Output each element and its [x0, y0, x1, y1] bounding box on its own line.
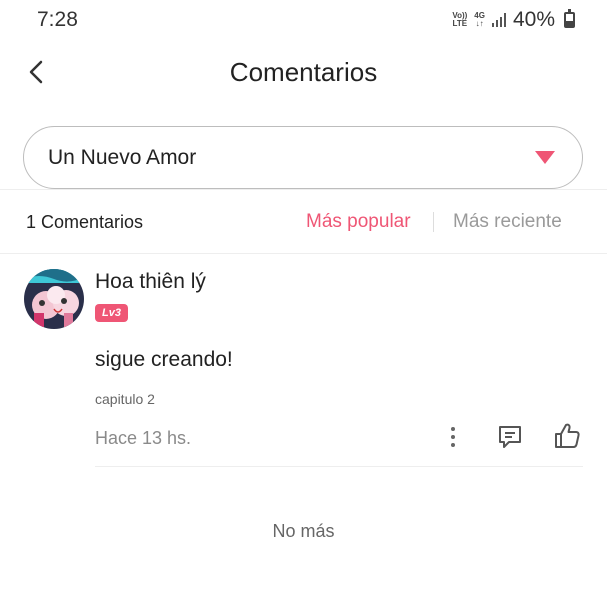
- status-time: 7:28: [37, 8, 78, 31]
- page-title: Comentarios: [229, 57, 378, 87]
- battery-percent: 40%: [512, 8, 555, 31]
- like-button[interactable]: [552, 421, 582, 451]
- level-badge: Lv3: [95, 304, 128, 322]
- more-vertical-icon-dot: [451, 443, 455, 447]
- sort-recent-tab[interactable]: Más reciente: [453, 211, 562, 233]
- comment-chapter: capitulo 2: [95, 391, 155, 407]
- reply-icon: [499, 426, 521, 448]
- comment-text: sigue creando!: [95, 348, 233, 371]
- comments-count: 1 Comentarios: [26, 212, 144, 232]
- battery-icon: [564, 9, 575, 28]
- status-icons: Vo)) LTE 4G ↓↑ 40%: [452, 8, 575, 32]
- divider: [0, 189, 607, 190]
- avatar-image: [24, 269, 84, 329]
- battery-fill: [566, 21, 573, 26]
- avatar[interactable]: [24, 269, 84, 329]
- more-options-button[interactable]: [443, 422, 463, 452]
- comment-divider: [95, 466, 583, 467]
- comment-username[interactable]: Hoa thiên lý: [95, 270, 206, 294]
- volte-icon: Vo)) LTE: [452, 11, 468, 28]
- sort-popular-tab[interactable]: Más popular: [306, 211, 411, 233]
- more-vertical-icon-dot: [451, 435, 455, 439]
- comment-item: Hoa thiên lý Lv3 sigue creando! capitulo…: [0, 255, 607, 470]
- signal-icon: [491, 13, 506, 27]
- more-vertical-icon-dot: [451, 427, 455, 431]
- story-selector[interactable]: Un Nuevo Amor: [23, 126, 583, 189]
- comment-timestamp: Hace 13 hs.: [95, 428, 192, 448]
- status-bar: 7:28 Vo)) LTE 4G ↓↑ 40%: [0, 0, 607, 40]
- selector-value: Un Nuevo Amor: [48, 146, 197, 169]
- network-type-label: 4G: [474, 11, 485, 20]
- network-type-icon: 4G ↓↑: [474, 11, 485, 28]
- no-more-label: No más: [272, 521, 335, 541]
- sort-separator: [433, 212, 434, 232]
- divider: [0, 253, 607, 254]
- reply-button[interactable]: [496, 423, 524, 451]
- header: Comentarios: [0, 44, 607, 100]
- thumbs-up-icon: [555, 423, 580, 448]
- triangle-down-icon: [535, 151, 555, 164]
